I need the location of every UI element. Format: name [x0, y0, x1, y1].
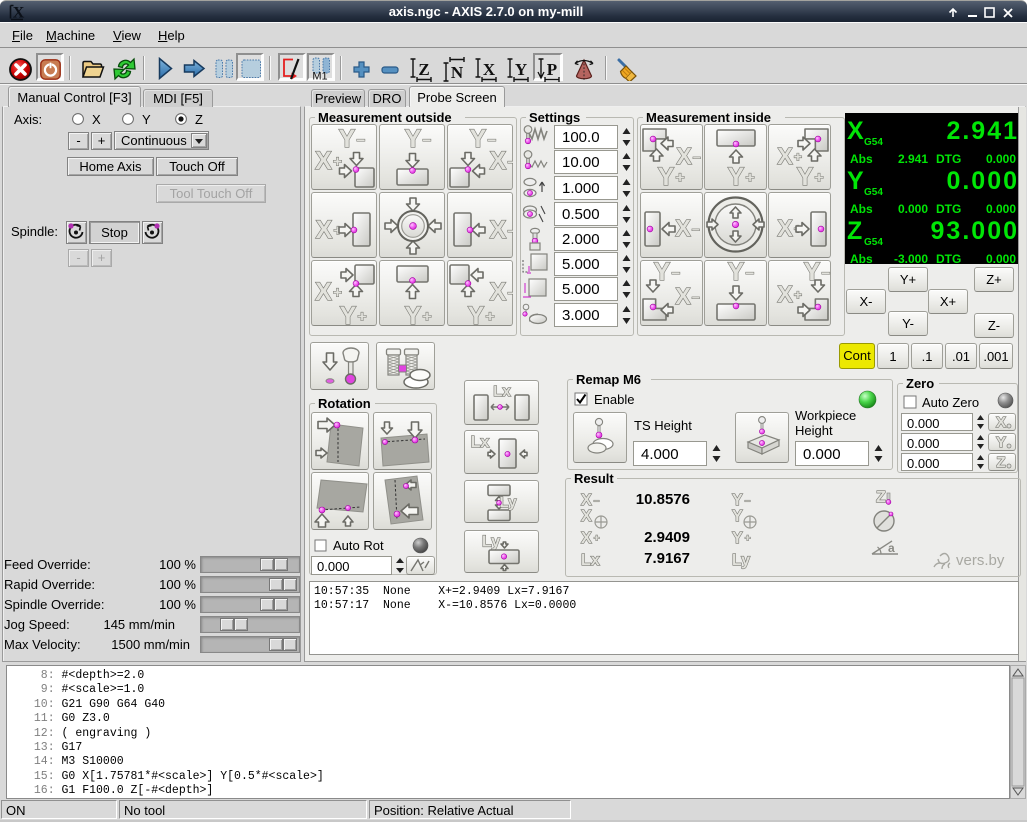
svg-text:Y: Y	[515, 60, 527, 79]
svg-text:–: –	[594, 495, 600, 506]
svg-text:X: X	[490, 147, 507, 175]
svg-text:–: –	[357, 132, 366, 149]
svg-text:vers.by: vers.by	[956, 552, 1005, 569]
svg-text:+: +	[746, 170, 755, 187]
svg-text:–: –	[508, 154, 514, 171]
svg-text:Y: Y	[340, 302, 357, 326]
svg-text:X: X	[777, 281, 793, 307]
svg-text:+: +	[676, 170, 685, 187]
svg-text:Y: Y	[339, 125, 356, 153]
svg-text:Y: Y	[728, 163, 745, 190]
svg-text:+: +	[486, 309, 495, 326]
svg-text:–: –	[508, 285, 514, 302]
svg-text:a: a	[888, 541, 895, 555]
svg-text:+: +	[358, 309, 367, 326]
svg-text:Y: Y	[996, 434, 1006, 451]
svg-text:Y: Y	[732, 508, 743, 525]
svg-text:Y: Y	[732, 530, 743, 547]
svg-text:Y: Y	[658, 163, 675, 190]
svg-text:+: +	[815, 170, 824, 187]
svg-text:Y: Y	[728, 260, 745, 286]
svg-text:Lx: Lx	[493, 383, 511, 400]
svg-text:X: X	[676, 143, 692, 169]
svg-text:Ly: Ly	[500, 494, 518, 511]
svg-text:–: –	[692, 290, 700, 306]
svg-text:Y: Y	[470, 125, 487, 153]
svg-text:X: X	[490, 216, 507, 244]
svg-text:X: X	[777, 143, 793, 169]
svg-text:–: –	[488, 132, 497, 149]
svg-text:X: X	[581, 508, 592, 525]
svg-text:–: –	[822, 265, 831, 282]
svg-text:X: X	[675, 283, 691, 309]
svg-text:Z: Z	[996, 454, 1005, 471]
svg-text:+: +	[423, 309, 432, 326]
svg-text:+: +	[794, 288, 802, 304]
svg-text:–: –	[746, 265, 755, 282]
svg-text:M1: M1	[312, 71, 327, 82]
svg-text:X: X	[483, 60, 496, 79]
svg-text:–: –	[423, 132, 432, 149]
svg-text:–: –	[692, 222, 700, 238]
svg-text:Lx: Lx	[581, 552, 600, 569]
svg-text:Z: Z	[876, 489, 886, 506]
svg-text:X: X	[490, 278, 507, 306]
svg-text:X: X	[777, 215, 793, 241]
svg-text:N: N	[451, 63, 464, 82]
svg-text:Ly: Ly	[482, 534, 500, 551]
svg-text:Y: Y	[405, 125, 422, 153]
svg-text:X: X	[581, 492, 592, 509]
svg-text:X: X	[581, 530, 592, 547]
svg-text:–: –	[672, 265, 681, 282]
svg-text:X: X	[316, 216, 333, 244]
svg-text:–: –	[745, 495, 751, 506]
svg-text:Lx: Lx	[471, 434, 490, 451]
svg-text:Z: Z	[418, 60, 429, 79]
svg-text:Ly: Ly	[732, 552, 750, 569]
svg-text:–: –	[693, 150, 701, 166]
svg-text:P: P	[547, 60, 557, 79]
svg-text:–: –	[508, 223, 514, 240]
svg-text:Y: Y	[797, 163, 814, 190]
svg-text:X: X	[675, 215, 691, 241]
svg-text:+: +	[594, 533, 600, 544]
svg-text:Y: Y	[732, 492, 743, 509]
svg-text:+: +	[333, 285, 342, 302]
svg-text:+: +	[745, 533, 751, 544]
svg-text:Y: Y	[405, 302, 422, 326]
svg-text:X: X	[996, 414, 1006, 431]
svg-text:X: X	[315, 278, 332, 306]
svg-text:Y: Y	[468, 302, 485, 326]
svg-text:X: X	[315, 147, 332, 175]
